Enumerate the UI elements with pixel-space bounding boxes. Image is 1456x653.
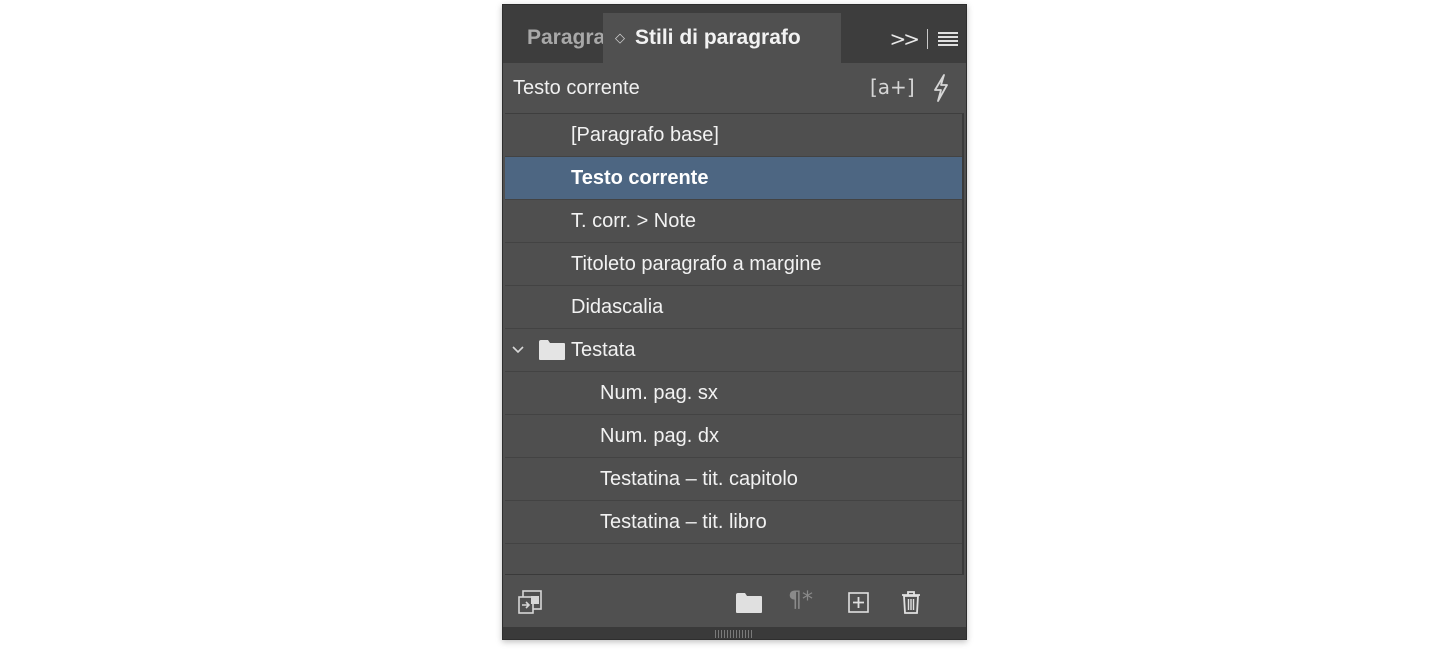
new-group-icon[interactable] — [735, 589, 763, 615]
list-item[interactable]: T. corr. > Note — [505, 200, 962, 243]
current-style-header: Testo corrente [a+] — [503, 63, 966, 113]
tab-stili-di-paragrafo[interactable]: ◇ Stili di paragrafo — [603, 13, 841, 63]
list-item-label: Didascalia — [571, 296, 664, 318]
new-style-icon[interactable]: [a+] — [870, 75, 915, 99]
trash-icon[interactable] — [899, 589, 923, 615]
tab-controls: >> — [889, 27, 958, 51]
clear-overrides-icon[interactable]: ¶* — [788, 588, 813, 614]
group-item-testata[interactable]: Testata — [505, 329, 962, 372]
list-item-label: [Paragrafo base] — [571, 124, 719, 146]
list-item-label: Testatina – tit. libro — [600, 511, 767, 533]
tab-paragrafo[interactable]: Paragrafo — [503, 13, 603, 63]
list-item-label: Num. pag. dx — [600, 425, 719, 447]
list-item-label: Testatina – tit. capitolo — [600, 468, 798, 490]
list-item[interactable]: Testatina – tit. libro — [505, 501, 962, 544]
list-item[interactable]: Testatina – tit. capitolo — [505, 458, 962, 501]
list-item[interactable]: Didascalia — [505, 286, 962, 329]
load-styles-icon[interactable] — [517, 589, 543, 615]
panel-menu-icon[interactable] — [938, 32, 958, 46]
collapse-panel-icon[interactable]: >> — [889, 29, 919, 49]
list-item-label: Testo corrente — [571, 167, 709, 189]
sort-updown-icon: ◇ — [615, 30, 625, 45]
list-item-label: Testata — [571, 339, 636, 361]
list-item[interactable]: [Paragrafo base] — [505, 114, 962, 157]
list-item-label: Titoleto paragrafo a margine — [571, 253, 822, 275]
list-item-label: Num. pag. sx — [600, 382, 718, 404]
new-style-button-icon[interactable] — [847, 589, 871, 615]
tab-bar: Paragrafo ◇ Stili di paragrafo >> — [503, 5, 966, 63]
list-item-selected[interactable]: Testo corrente — [505, 157, 962, 200]
footer-toolbar: ¶* — [503, 575, 966, 627]
resize-grip[interactable] — [715, 630, 753, 638]
list-item[interactable]: Num. pag. dx — [505, 415, 962, 458]
current-style-label: Testo corrente — [513, 77, 640, 99]
list-item[interactable]: Titoleto paragrafo a margine — [505, 243, 962, 286]
paragraph-styles-panel: Paragrafo ◇ Stili di paragrafo >> Testo … — [502, 4, 967, 640]
lightning-icon[interactable] — [931, 74, 951, 102]
styles-list: [Paragrafo base] Testo corrente T. corr.… — [505, 113, 964, 575]
list-item-label: T. corr. > Note — [571, 210, 697, 232]
tab-stili-label: Stili di paragrafo — [635, 26, 801, 49]
divider — [927, 29, 928, 49]
folder-icon — [539, 340, 565, 360]
resize-bar[interactable] — [503, 627, 966, 639]
chevron-down-icon[interactable] — [511, 329, 525, 371]
list-item[interactable]: Num. pag. sx — [505, 372, 962, 415]
